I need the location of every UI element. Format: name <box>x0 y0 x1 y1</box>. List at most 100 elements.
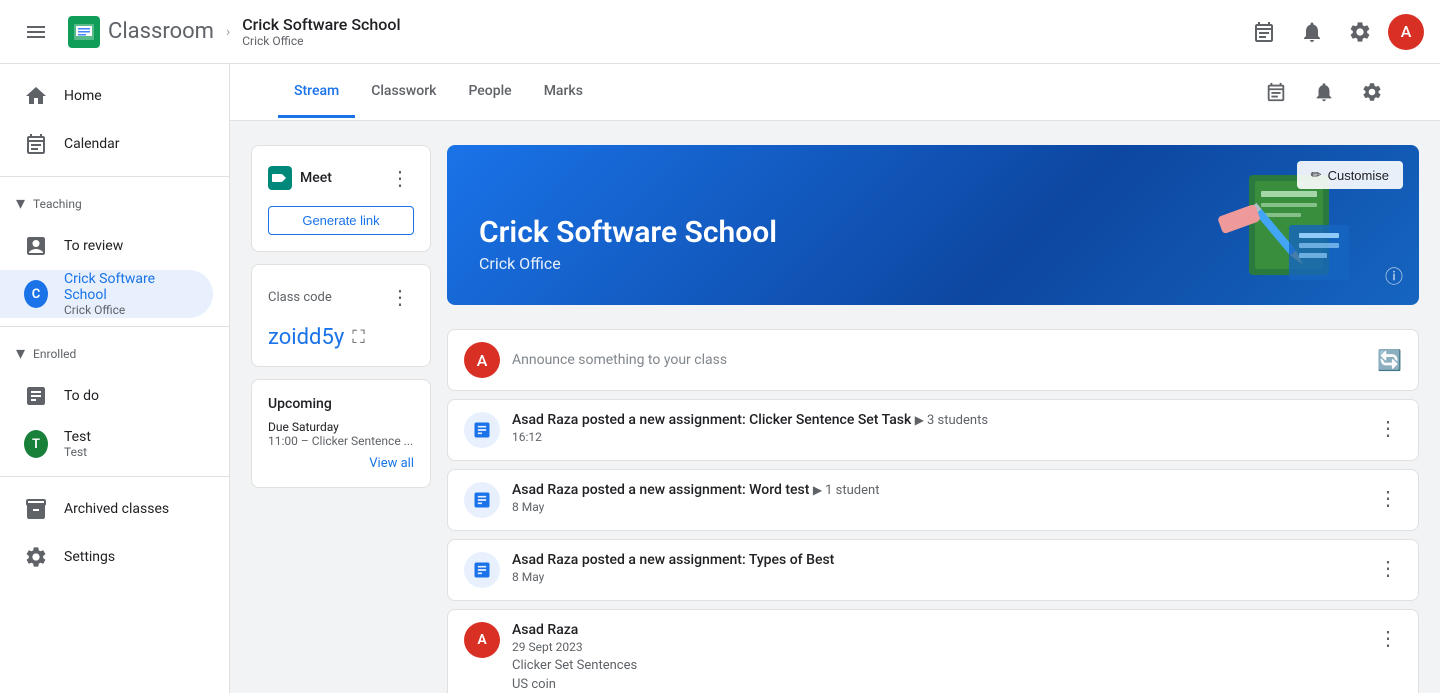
post-4-content: Asad Raza 29 Sept 2023 Clicker Set Sente… <box>512 622 1362 692</box>
meet-card: Meet ⋮ Generate link <box>251 145 431 252</box>
tab-stream[interactable]: Stream <box>278 67 355 118</box>
bell-icon-button[interactable] <box>1292 12 1332 52</box>
crick-class-name-stack: Crick Software School Crick Office <box>64 271 189 317</box>
meet-menu-btn[interactable]: ⋮ <box>386 162 414 194</box>
to-do-icon <box>24 384 48 408</box>
post-1-title: Asad Raza posted a new assignment: Click… <box>512 412 1362 428</box>
user-avatar[interactable]: A <box>1388 14 1424 50</box>
assignment-icon-2 <box>464 482 500 518</box>
crick-class-name: Crick Software School <box>64 271 189 303</box>
sidebar-item-archived[interactable]: Archived classes <box>0 485 213 533</box>
post-4-extra2: US coin <box>512 677 1362 692</box>
announce-avatar: A <box>464 342 500 378</box>
sidebar: Home Calendar ▾ Teaching To review C Cri… <box>0 64 230 693</box>
refresh-icon[interactable]: 🔄 <box>1377 348 1402 372</box>
test-class-icon: T <box>24 430 48 458</box>
meet-title: Meet <box>268 166 332 190</box>
calendar-label: Calendar <box>64 136 120 152</box>
upcoming-due-label: Due Saturday <box>268 420 414 434</box>
announce-bar[interactable]: A Announce something to your class 🔄 <box>447 329 1419 391</box>
post-4-avatar: A <box>464 622 500 658</box>
enrolled-section-header[interactable]: ▾ Enrolled <box>0 335 229 372</box>
post-2-title: Asad Raza posted a new assignment: Word … <box>512 482 1362 498</box>
sidebar-divider-3 <box>0 476 229 477</box>
sidebar-item-settings[interactable]: Settings <box>0 533 213 581</box>
post-1-content: Asad Raza posted a new assignment: Click… <box>512 412 1362 444</box>
sidebar-item-crick[interactable]: C Crick Software School Crick Office <box>0 270 213 318</box>
breadcrumb-chevron-icon: › <box>226 24 230 40</box>
banner-info-icon[interactable]: ⓘ <box>1385 263 1403 289</box>
customize-button[interactable]: ✏ Customise <box>1297 161 1403 189</box>
class-code-menu-btn[interactable]: ⋮ <box>386 281 414 313</box>
crick-class-sub: Crick Office <box>64 303 189 317</box>
sidebar-item-calendar[interactable]: Calendar <box>0 120 213 168</box>
post-card-3: Asad Raza posted a new assignment: Types… <box>447 539 1419 601</box>
view-all-link[interactable]: View all <box>268 456 414 471</box>
teaching-section-header[interactable]: ▾ Teaching <box>0 185 229 222</box>
topbar: Classroom › Crick Software School Crick … <box>0 0 1440 64</box>
tab-settings-btn[interactable] <box>1352 72 1392 112</box>
test-class-name-stack: Test Test <box>64 429 91 459</box>
layout: Home Calendar ▾ Teaching To review C Cri… <box>0 64 1440 693</box>
assignment-icon-1 <box>464 412 500 448</box>
app-name-label: Classroom <box>108 19 214 44</box>
class-banner: ✏ Customise Crick Software School Crick … <box>447 145 1419 305</box>
sidebar-item-home[interactable]: Home <box>0 72 213 120</box>
enrolled-chevron-icon: ▾ <box>16 343 25 364</box>
tab-people[interactable]: People <box>452 67 527 118</box>
to-review-icon <box>24 234 48 258</box>
settings-sidebar-icon <box>24 545 48 569</box>
main-content: Stream Classwork People Marks <box>230 64 1440 693</box>
post-4-extra1: Clicker Set Sentences <box>512 658 1362 673</box>
post-1-menu-btn[interactable]: ⋮ <box>1374 412 1402 444</box>
topbar-right: A <box>1244 12 1424 52</box>
archive-icon <box>24 497 48 521</box>
sidebar-item-to-review[interactable]: To review <box>0 222 213 270</box>
upcoming-card: Upcoming Due Saturday 11:00 – Clicker Se… <box>251 379 431 488</box>
tab-classwork[interactable]: Classwork <box>355 67 452 118</box>
crick-class-avatar: C <box>24 280 48 308</box>
post-3-title: Asad Raza posted a new assignment: Types… <box>512 552 1362 568</box>
tab-marks[interactable]: Marks <box>528 67 599 118</box>
assignment-icon-3 <box>464 552 500 588</box>
right-column: ✏ Customise Crick Software School Crick … <box>447 145 1419 693</box>
class-code-label: Class code <box>268 290 332 305</box>
test-class-name: Test <box>64 429 91 445</box>
teaching-label: Teaching <box>33 197 82 211</box>
post-3-content: Asad Raza posted a new assignment: Types… <box>512 552 1362 584</box>
tab-calendar-icon-btn[interactable] <box>1256 72 1296 112</box>
menu-button[interactable] <box>16 12 56 52</box>
classroom-logo-icon <box>68 16 100 48</box>
home-label: Home <box>64 88 102 104</box>
sidebar-item-to-do[interactable]: To do <box>0 372 213 420</box>
to-review-label: To review <box>64 238 123 254</box>
post-2-menu-btn[interactable]: ⋮ <box>1374 482 1402 514</box>
calendar-icon <box>24 132 48 156</box>
tabs-right-icons <box>1256 64 1392 120</box>
sidebar-divider-2 <box>0 326 229 327</box>
post-card-2: Asad Raza posted a new assignment: Word … <box>447 469 1419 531</box>
expand-code-icon[interactable]: ⛶ <box>352 327 365 348</box>
class-code-text: zoidd5y <box>268 325 344 350</box>
topbar-left: Classroom › Crick Software School Crick … <box>16 12 401 52</box>
post-4-menu-btn[interactable]: ⋮ <box>1374 622 1402 654</box>
upcoming-title: Upcoming <box>268 396 414 412</box>
calendar-icon-button[interactable] <box>1244 12 1284 52</box>
breadcrumb-title: Crick Software School <box>242 15 400 34</box>
meet-logo-icon <box>268 166 292 190</box>
generate-link-button[interactable]: Generate link <box>268 206 414 235</box>
sidebar-divider-1 <box>0 176 229 177</box>
settings-icon-button[interactable] <box>1340 12 1380 52</box>
left-column: Meet ⋮ Generate link Class code ⋮ zoidd5… <box>251 145 431 693</box>
breadcrumb: Crick Software School Crick Office <box>242 15 400 48</box>
app-logo[interactable]: Classroom <box>68 16 214 48</box>
meet-title-label: Meet <box>300 170 332 186</box>
post-3-menu-btn[interactable]: ⋮ <box>1374 552 1402 584</box>
post-2-content: Asad Raza posted a new assignment: Word … <box>512 482 1362 514</box>
to-do-label: To do <box>64 388 99 404</box>
tab-notifications-btn[interactable] <box>1304 72 1344 112</box>
post-4-name: Asad Raza <box>512 622 1362 638</box>
page-content: Meet ⋮ Generate link Class code ⋮ zoidd5… <box>235 121 1435 693</box>
announce-input[interactable]: Announce something to your class <box>512 352 1365 368</box>
sidebar-item-test[interactable]: T Test Test <box>0 420 213 468</box>
